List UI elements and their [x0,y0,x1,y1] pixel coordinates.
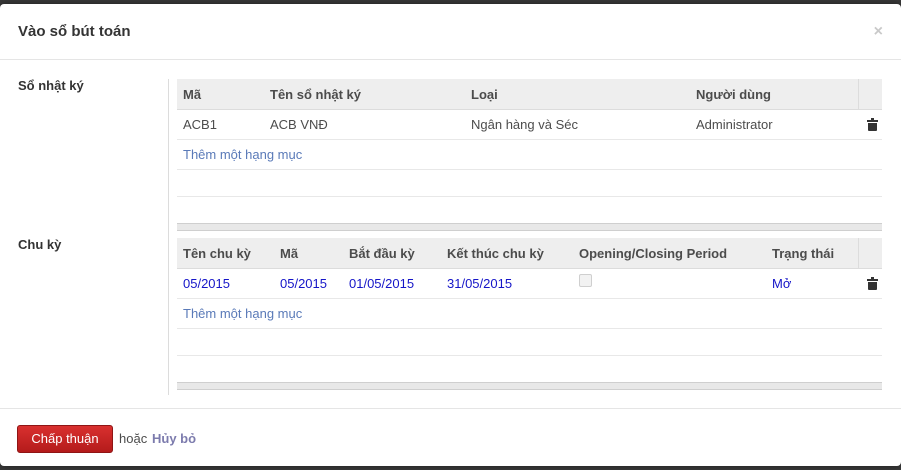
delete-row-button[interactable] [858,268,882,299]
column-header-opening-closing[interactable]: Opening/Closing Period [573,238,766,269]
cell-type[interactable]: Ngân hàng và Séc [465,109,690,140]
cell-code[interactable]: 05/2015 [274,268,343,299]
grid-footer-bar [177,382,882,390]
cell-end[interactable]: 31/05/2015 [441,268,573,299]
add-item-link[interactable]: Thêm một hạng mục [177,139,882,170]
cell-period-name[interactable]: 05/2015 [177,268,274,299]
column-header-code[interactable]: Mã [274,238,343,269]
journal-entry-dialog: Vào sổ bút toán × Sổ nhật ký Chu kỳ Mã T… [0,4,901,466]
column-header-period-name[interactable]: Tên chu kỳ [177,238,274,269]
column-header-status[interactable]: Trạng thái [766,238,858,269]
empty-row [177,328,882,356]
cell-user[interactable]: Administrator [690,109,858,140]
period-header-row: Tên chu kỳ Mã Bắt đầu kỳ Kết thúc chu kỳ… [177,238,882,269]
grid-footer-bar [177,223,882,231]
or-text: hoặc [119,431,148,446]
column-header-journal-name[interactable]: Tên sổ nhật ký [264,79,465,110]
cell-code[interactable]: ACB1 [177,109,264,140]
column-header-end[interactable]: Kết thúc chu kỳ [441,238,573,269]
table-row[interactable]: 05/2015 05/2015 01/05/2015 31/05/2015 Mở [177,268,882,299]
dialog-footer: Chấp thuận hoặc Hủy bỏ [0,408,901,467]
column-header-user[interactable]: Người dùng [690,79,858,110]
journal-header-row: Mã Tên sổ nhật ký Loại Người dùng [177,79,882,110]
add-item-link[interactable]: Thêm một hạng mục [177,298,882,329]
trash-icon[interactable] [867,277,878,290]
period-grid: Tên chu kỳ Mã Bắt đầu kỳ Kết thúc chu kỳ… [177,238,882,390]
dialog-title: Vào sổ bút toán [18,23,131,40]
opening-closing-checkbox[interactable] [579,273,592,287]
approve-button[interactable]: Chấp thuận [17,425,113,453]
column-header-code[interactable]: Mã [177,79,264,110]
column-header-actions [857,79,882,110]
journal-label: Sổ nhật ký [18,78,84,93]
divider [168,79,169,395]
empty-row [177,169,882,197]
period-label: Chu kỳ [18,237,62,252]
delete-row-button[interactable] [858,109,882,140]
cell-opening-closing [573,268,766,299]
column-header-actions [857,238,882,269]
close-icon[interactable]: × [874,24,883,40]
column-header-type[interactable]: Loại [465,79,690,110]
dialog-header: Vào sổ bút toán × [0,4,901,60]
cell-status[interactable]: Mở [766,268,858,299]
column-header-start[interactable]: Bắt đầu kỳ [343,238,441,269]
cancel-link[interactable]: Hủy bỏ [152,431,196,446]
cell-journal-name[interactable]: ACB VNĐ [264,109,465,140]
table-row[interactable]: ACB1 ACB VNĐ Ngân hàng và Séc Administra… [177,109,882,140]
trash-icon[interactable] [867,118,878,131]
cell-start[interactable]: 01/05/2015 [343,268,441,299]
journal-grid: Mã Tên sổ nhật ký Loại Người dùng ACB1 A… [177,79,882,231]
